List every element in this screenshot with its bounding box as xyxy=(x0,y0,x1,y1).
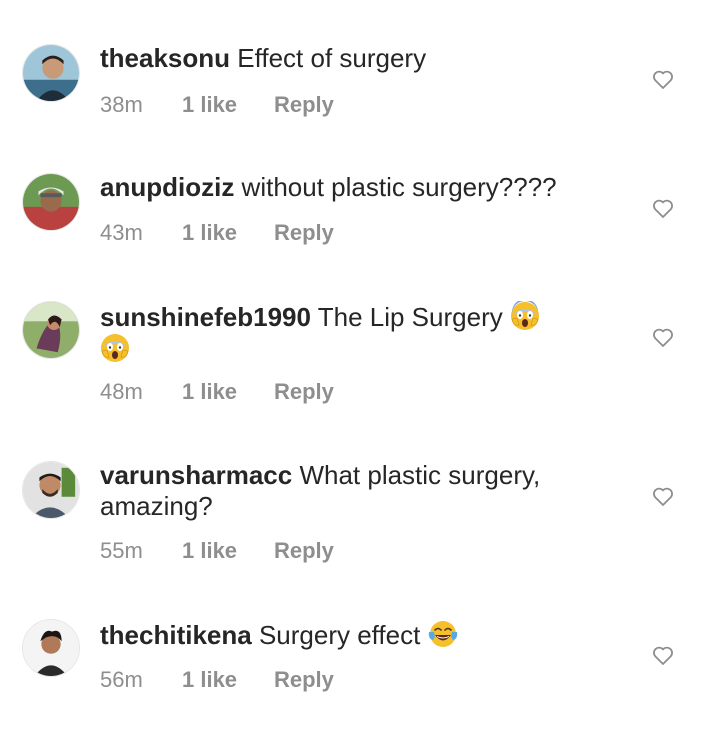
reply-button[interactable]: Reply xyxy=(274,220,334,245)
comment-text: Surgery effect xyxy=(251,620,421,650)
heart-icon[interactable] xyxy=(651,325,675,349)
comment-likes[interactable]: 1 like xyxy=(182,92,274,118)
comment-time[interactable]: 56m xyxy=(100,667,182,693)
avatar[interactable] xyxy=(22,461,80,519)
comment-username[interactable]: varunsharmacc xyxy=(100,460,292,490)
comment-username[interactable]: anupdioziz xyxy=(100,172,234,202)
comment-body: varunsharmacc What plastic surgery, amaz… xyxy=(100,460,620,522)
reply-button[interactable]: Reply xyxy=(274,538,334,563)
face-screaming-in-fear-icon xyxy=(510,301,540,331)
comment-time[interactable]: 43m xyxy=(100,220,182,246)
comment-meta: 48m 1 like Reply xyxy=(100,379,334,405)
comment-text: The Lip Surgery xyxy=(310,302,503,332)
face-screaming-in-fear-icon xyxy=(100,333,130,363)
heart-icon[interactable] xyxy=(651,67,675,91)
avatar[interactable] xyxy=(22,44,80,102)
comment-meta: 55m 1 like Reply xyxy=(100,538,334,564)
comment-body: sunshinefeb1990 The Lip Surgery xyxy=(100,301,620,365)
avatar[interactable] xyxy=(22,301,80,359)
comment-likes[interactable]: 1 like xyxy=(182,538,274,564)
comment-meta: 38m 1 like Reply xyxy=(100,92,334,118)
comment-body: thechitikena Surgery effect xyxy=(100,619,620,651)
comment-text: without plastic surgery???? xyxy=(234,172,557,202)
comment-username[interactable]: sunshinefeb1990 xyxy=(100,302,311,332)
face-with-tears-of-joy-icon xyxy=(428,619,458,649)
comment-likes[interactable]: 1 like xyxy=(182,667,274,693)
reply-button[interactable]: Reply xyxy=(274,92,334,117)
comment-meta: 43m 1 like Reply xyxy=(100,220,334,246)
avatar[interactable] xyxy=(22,173,80,231)
comment-body: anupdioziz without plastic surgery???? xyxy=(100,172,620,203)
comment-username[interactable]: theaksonu xyxy=(100,43,230,73)
heart-icon[interactable] xyxy=(651,643,675,667)
comment-body: theaksonu Effect of surgery xyxy=(100,43,620,74)
reply-button[interactable]: Reply xyxy=(274,379,334,404)
heart-icon[interactable] xyxy=(651,484,675,508)
comment-likes[interactable]: 1 like xyxy=(182,220,274,246)
comment-time[interactable]: 55m xyxy=(100,538,182,564)
heart-icon[interactable] xyxy=(651,196,675,220)
comment-time[interactable]: 48m xyxy=(100,379,182,405)
reply-button[interactable]: Reply xyxy=(274,667,334,692)
avatar[interactable] xyxy=(22,619,80,677)
comment-time[interactable]: 38m xyxy=(100,92,182,118)
comment-likes[interactable]: 1 like xyxy=(182,379,274,405)
comment-username[interactable]: thechitikena xyxy=(100,620,252,650)
comment-text: Effect of surgery xyxy=(230,43,427,73)
comment-meta: 56m 1 like Reply xyxy=(100,667,334,693)
